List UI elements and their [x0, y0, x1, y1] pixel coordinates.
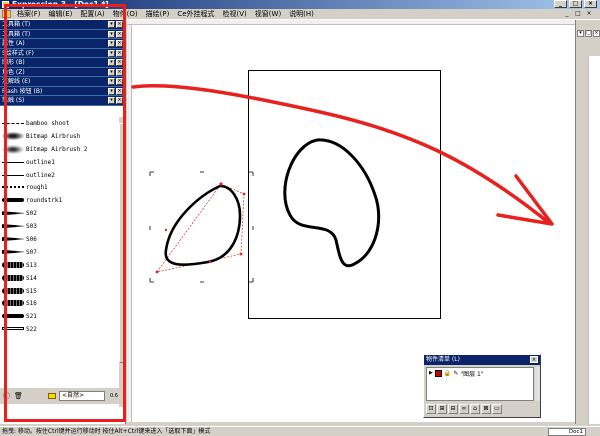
expand-arrow-icon[interactable]: ▶ [429, 370, 433, 376]
layer-name: "图层 1" [460, 370, 484, 378]
doc-minimize-button[interactable]: _ [562, 10, 572, 18]
status-bar: 拖曳: 移动。按住Ctrl键并运行移动时 按住Alt+Ctrl键来进入「选取下面… [0, 426, 600, 436]
right-panel: ▾ □ × [575, 20, 600, 424]
document-window-controls: _ □ × [562, 10, 594, 18]
object-list-toolbar: ⊡ ⊞ ⊟ ∞ ⌂ ⊠ ▭ [426, 404, 502, 414]
minimize-button[interactable]: _ [554, 0, 567, 8]
layer-tool-icon[interactable]: ⊡ [426, 404, 436, 414]
horizontal-ruler [127, 20, 575, 25]
menu-view[interactable]: 检视(V) [219, 9, 251, 20]
add-layer-icon[interactable]: ⊞ [437, 404, 447, 414]
object-list-scrollbar[interactable] [535, 367, 540, 401]
object-list-title: 物件清单 (L) [426, 356, 460, 363]
status-text: 拖曳: 移动。按住Ctrl键并运行移动时 按住Alt+Ctrl键来进入「选取下面… [2, 428, 211, 435]
layer-visibility-icon[interactable] [434, 369, 442, 377]
document-page[interactable] [248, 70, 441, 319]
link-icon[interactable]: ∞ [459, 404, 469, 414]
remove-layer-icon[interactable]: ⊟ [448, 404, 458, 414]
doc-close-button[interactable]: × [584, 10, 594, 18]
menu-help[interactable]: 说明(H) [285, 9, 318, 20]
frame-icon[interactable]: ▭ [492, 404, 502, 414]
object-list-header[interactable]: 物件清单 (L) × [424, 355, 540, 365]
object-list-panel: 物件清单 (L) × ▶ 🔒 ✎ "图层 1" ⊡ ⊞ ⊟ ∞ ⌂ ⊠ ▭ [423, 354, 541, 418]
annotation-highlight-box [4, 4, 126, 422]
pencil-icon[interactable]: ✎ [453, 370, 458, 377]
object-list-close-icon[interactable]: × [530, 356, 538, 363]
delete-layer-icon[interactable]: ⊠ [481, 404, 491, 414]
menu-paint[interactable]: 描绘(P) [142, 9, 174, 20]
vertical-ruler [127, 25, 132, 422]
right-panel-close-icon[interactable]: × [593, 30, 600, 37]
menu-plugins[interactable]: Ce外挂程式 [173, 9, 218, 20]
menu-window[interactable]: 视窗(W) [251, 9, 285, 20]
status-document-name: Doc1 [548, 428, 586, 436]
right-panel-scrollbar[interactable] [588, 56, 600, 424]
right-panel-float-icon[interactable]: □ [585, 30, 592, 37]
doc-restore-button[interactable]: □ [573, 10, 583, 18]
close-button[interactable]: × [584, 0, 597, 8]
object-list-body: ▶ 🔒 ✎ "图层 1" [426, 367, 534, 401]
window-controls: _ □ × [554, 0, 597, 8]
maximize-button[interactable]: □ [569, 0, 582, 8]
right-panel-menu-icon[interactable]: ▾ [577, 30, 584, 37]
home-icon[interactable]: ⌂ [470, 404, 480, 414]
layer-row[interactable]: ▶ 🔒 ✎ "图层 1" [429, 369, 484, 378]
lock-icon[interactable]: 🔒 [444, 370, 451, 377]
